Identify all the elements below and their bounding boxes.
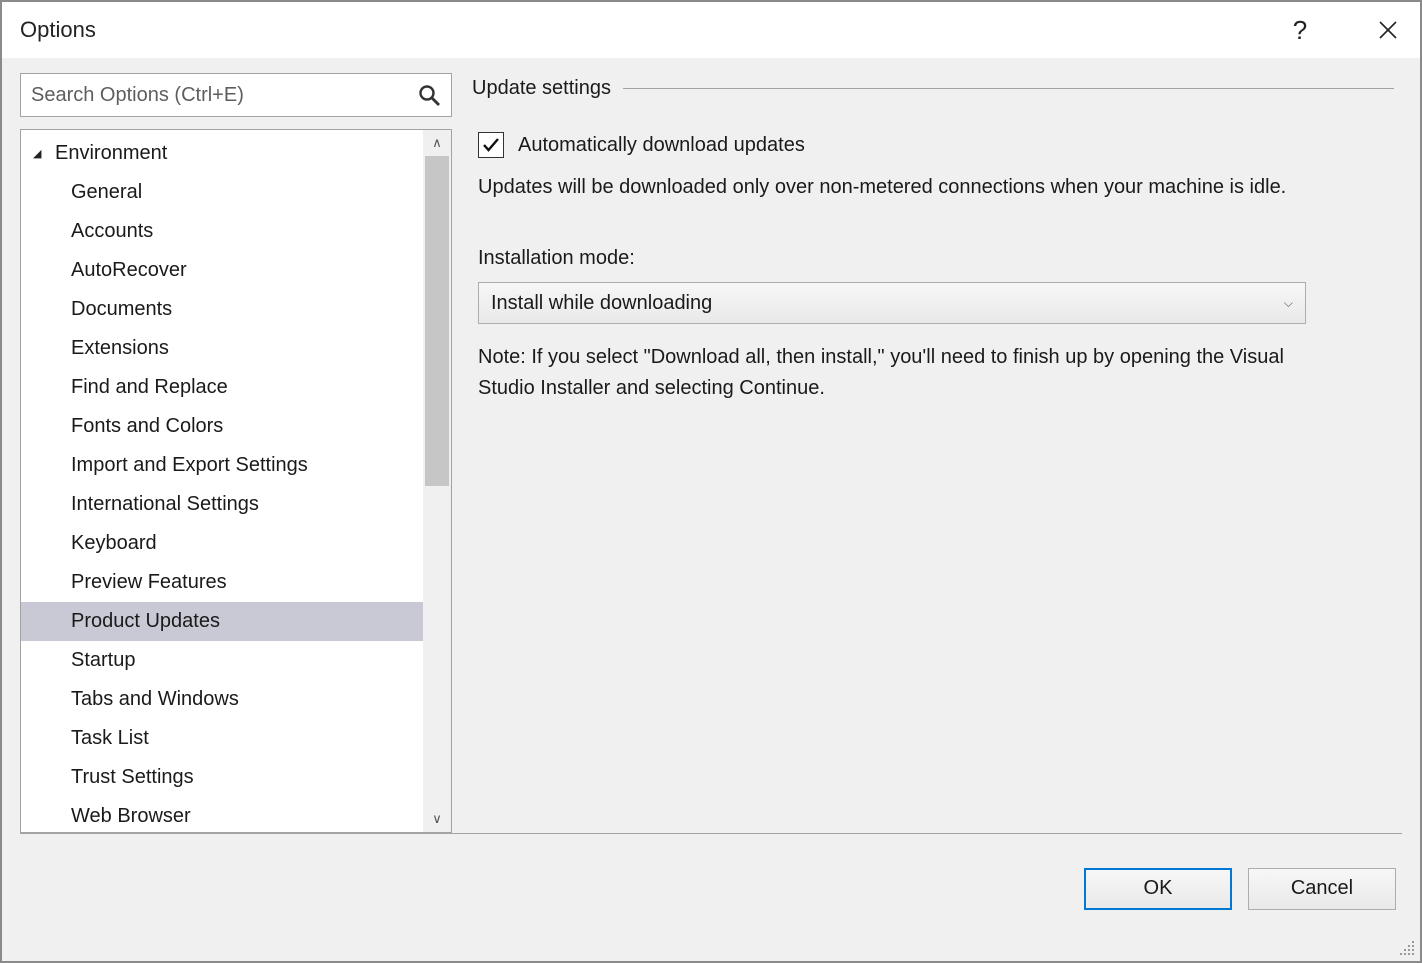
- help-icon[interactable]: ?: [1286, 16, 1314, 44]
- titlebar-controls: ?: [1286, 16, 1402, 44]
- section-title: Update settings: [472, 77, 611, 100]
- dialog-title: Options: [20, 17, 96, 43]
- tree-node-keyboard[interactable]: Keyboard: [21, 524, 423, 563]
- close-icon[interactable]: [1374, 16, 1402, 44]
- options-tree[interactable]: Environment General Accounts AutoRecover…: [21, 130, 423, 832]
- tree-node-documents[interactable]: Documents: [21, 290, 423, 329]
- button-bar: OK Cancel: [20, 833, 1402, 943]
- tree-node-product-updates[interactable]: Product Updates: [21, 602, 423, 641]
- tree-node-find-replace[interactable]: Find and Replace: [21, 368, 423, 407]
- tree-scrollbar[interactable]: ∧ ∨: [423, 130, 451, 832]
- body: Environment General Accounts AutoRecover…: [2, 58, 1420, 833]
- scroll-thumb[interactable]: [425, 156, 449, 486]
- tree-node-startup[interactable]: Startup: [21, 641, 423, 680]
- auto-download-label: Automatically download updates: [518, 134, 805, 157]
- titlebar: Options ?: [2, 2, 1420, 58]
- install-mode-note: Note: If you select "Download all, then …: [478, 342, 1306, 404]
- tree-node-trust-settings[interactable]: Trust Settings: [21, 758, 423, 797]
- tree-node-accounts[interactable]: Accounts: [21, 212, 423, 251]
- tree-node-import-export[interactable]: Import and Export Settings: [21, 446, 423, 485]
- section-rule: [623, 88, 1394, 90]
- install-mode-label: Installation mode:: [478, 247, 1394, 270]
- resize-grip-icon[interactable]: [1398, 939, 1416, 957]
- scroll-down-icon[interactable]: ∨: [423, 806, 451, 832]
- tree-container: Environment General Accounts AutoRecover…: [20, 129, 452, 833]
- chevron-down-icon: ⌵: [1284, 296, 1293, 311]
- ok-button[interactable]: OK: [1084, 868, 1232, 910]
- tree-node-preview-features[interactable]: Preview Features: [21, 563, 423, 602]
- tree-node-general[interactable]: General: [21, 173, 423, 212]
- tree-node-international[interactable]: International Settings: [21, 485, 423, 524]
- auto-download-checkbox[interactable]: [478, 132, 504, 158]
- options-dialog: Options ? Environment: [0, 0, 1422, 963]
- section-header: Update settings: [472, 77, 1394, 100]
- chevron-down-icon: [33, 143, 51, 163]
- right-panel: Update settings Automatically download u…: [472, 73, 1402, 833]
- tree-node-autorecover[interactable]: AutoRecover: [21, 251, 423, 290]
- cancel-button[interactable]: Cancel: [1248, 868, 1396, 910]
- scroll-up-icon[interactable]: ∧: [423, 130, 451, 156]
- search-input[interactable]: [31, 84, 417, 107]
- tree-node-tabs-windows[interactable]: Tabs and Windows: [21, 680, 423, 719]
- tree-node-fonts-colors[interactable]: Fonts and Colors: [21, 407, 423, 446]
- tree-node-extensions[interactable]: Extensions: [21, 329, 423, 368]
- install-mode-value: Install while downloading: [491, 292, 712, 315]
- search-icon: [417, 83, 441, 107]
- tree-node-web-browser[interactable]: Web Browser: [21, 797, 423, 832]
- auto-download-description: Updates will be downloaded only over non…: [478, 172, 1298, 203]
- footer: OK Cancel: [2, 833, 1420, 961]
- tree-label: Environment: [55, 138, 167, 169]
- search-box[interactable]: [20, 73, 452, 117]
- tree-node-environment[interactable]: Environment: [21, 134, 423, 173]
- auto-download-checkbox-row: Automatically download updates: [478, 132, 1394, 158]
- left-panel: Environment General Accounts AutoRecover…: [20, 73, 452, 833]
- settings-content: Automatically download updates Updates w…: [472, 132, 1394, 404]
- install-mode-select[interactable]: Install while downloading ⌵: [478, 282, 1306, 324]
- tree-node-task-list[interactable]: Task List: [21, 719, 423, 758]
